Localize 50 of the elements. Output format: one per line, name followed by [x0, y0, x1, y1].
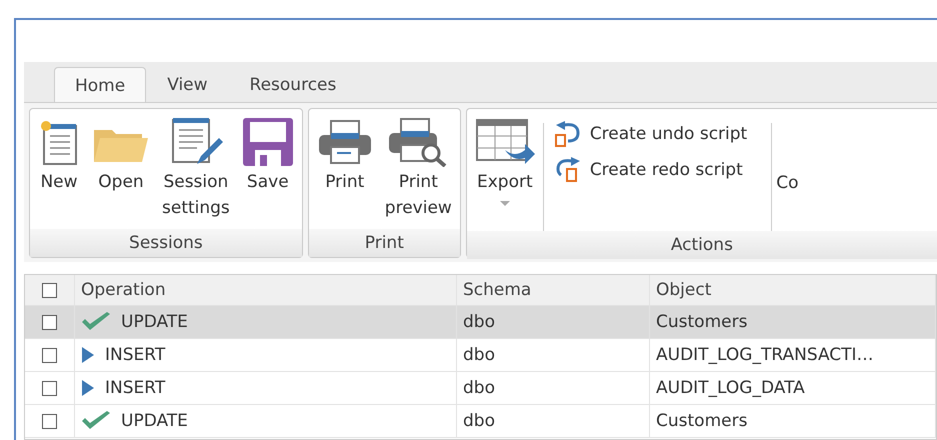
- table-cell: INSERT: [105, 378, 166, 398]
- table-row[interactable]: UPDATE dbo Customers: [25, 306, 936, 339]
- play-icon: [81, 379, 95, 397]
- table-cell: Customers: [656, 312, 748, 332]
- ribbon-button[interactable]: Print preview: [380, 115, 456, 221]
- table-cell: UPDATE: [121, 312, 188, 332]
- group-label: Sessions: [30, 229, 302, 257]
- printer-icon: [316, 119, 373, 165]
- table-cell: Customers: [656, 411, 748, 431]
- ribbon-button[interactable]: Create redo script: [548, 157, 754, 183]
- ribbon-button[interactable]: Create undo script: [548, 121, 754, 147]
- checkbox[interactable]: [42, 414, 57, 428]
- table-cell: INSERT: [105, 345, 166, 365]
- table-cell: dbo: [463, 378, 495, 398]
- check-icon: [81, 411, 111, 431]
- redo-icon: [554, 157, 582, 183]
- group-label: Print: [308, 229, 460, 257]
- document-icon: [38, 118, 80, 166]
- ribbon-button[interactable]: Print: [312, 115, 377, 195]
- column-header[interactable]: Operation: [75, 275, 457, 305]
- table-cell: AUDIT_LOG_TRANSACTI…: [656, 345, 874, 365]
- table-arrow-icon: [474, 118, 535, 166]
- checkbox[interactable]: [42, 380, 57, 396]
- ribbon-tab[interactable]: Resources: [228, 66, 358, 102]
- checkbox[interactable]: [42, 282, 57, 298]
- undo-icon: [554, 121, 582, 147]
- check-icon: [81, 312, 111, 332]
- ribbon-button[interactable]: Session settings: [158, 115, 234, 221]
- ribbon-tab[interactable]: View: [146, 66, 229, 102]
- ribbon-button[interactable]: Export: [470, 115, 539, 206]
- ribbon-button[interactable]: Open: [88, 115, 154, 195]
- column-header[interactable]: Schema: [457, 275, 650, 305]
- table-row[interactable]: UPDATE dbo Customers: [25, 405, 936, 438]
- table-row[interactable]: INSERT dbo AUDIT_LOG_TRANSACTI…: [25, 339, 936, 372]
- ribbon-button[interactable]: Co: [776, 115, 799, 193]
- ribbon-button[interactable]: Save: [238, 115, 298, 195]
- ribbon-button[interactable]: New: [34, 115, 84, 195]
- checkbox[interactable]: [42, 314, 57, 330]
- group-label: Actions: [466, 231, 937, 259]
- checkbox[interactable]: [42, 348, 57, 362]
- table-cell: AUDIT_LOG_DATA: [656, 378, 805, 398]
- table-cell: dbo: [463, 345, 495, 365]
- play-icon: [81, 346, 95, 364]
- caret-icon: [500, 201, 510, 206]
- table-row[interactable]: INSERT dbo AUDIT_LOG_DATA: [25, 372, 936, 405]
- column-header[interactable]: Object: [650, 275, 936, 305]
- ribbon-tab[interactable]: Home: [54, 67, 146, 103]
- table-cell: UPDATE: [121, 411, 188, 431]
- table-cell: dbo: [463, 312, 495, 332]
- table-cell: dbo: [463, 411, 495, 431]
